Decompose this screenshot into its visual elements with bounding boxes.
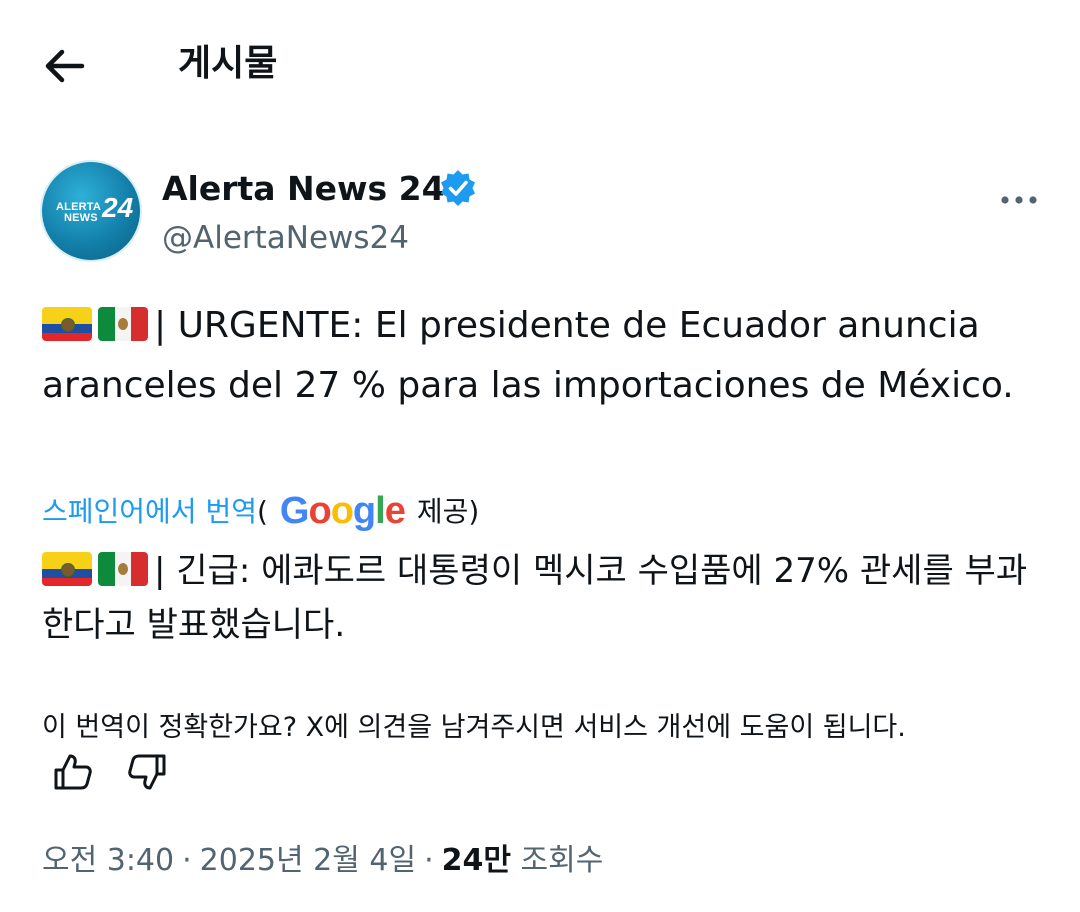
google-letter: g <box>352 490 376 532</box>
translation-attribution: 스페인어에서 번역( Google 제공) <box>42 486 479 536</box>
google-logo: Google <box>279 486 406 536</box>
back-button[interactable] <box>40 44 90 88</box>
thumbs-down-button[interactable] <box>124 752 168 792</box>
page-header: 게시물 <box>0 0 1080 130</box>
thumbs-up-button[interactable] <box>52 752 96 792</box>
google-letter: l <box>375 490 386 532</box>
author-handle[interactable]: @AlertaNews24 <box>162 216 409 260</box>
page-title: 게시물 <box>178 43 278 84</box>
avatar-number: 24 <box>102 192 134 223</box>
translation-feedback-question: 이 번역이 정확한가요? X에 의견을 남겨주시면 서비스 개선에 도움이 됩니… <box>42 712 906 743</box>
avatar-line2: NEWS <box>64 212 98 224</box>
flag-ecuador-icon <box>42 307 92 341</box>
flag-ecuador-icon <box>42 552 92 586</box>
author-display-name[interactable]: Alerta News 24 <box>162 166 445 212</box>
translated-text: | 긴급: 에콰도르 대통령이 멕시코 수입품에 27% 관세를 부과한다고 발… <box>42 551 1028 645</box>
flag-mexico-icon <box>98 552 148 586</box>
tweet-metadata: 오전 3:40 · 2025년 2월 4일 · 24만 조회수 <box>42 838 603 884</box>
google-letter: G <box>279 490 310 532</box>
google-letter: e <box>384 490 406 532</box>
avatar-logo-text: ALERTA NEWS <box>56 202 101 224</box>
thumbs-up-icon <box>54 754 92 790</box>
tweet-time[interactable]: 오전 3:40 <box>42 843 174 878</box>
provided-by-label: 제공) <box>416 495 480 528</box>
arrow-left-icon <box>45 49 85 83</box>
flag-mexico-icon <box>98 307 148 341</box>
tweet-author: ALERTA NEWS 24 Alerta News 24 @AlertaNew… <box>42 160 1042 270</box>
tweet-body: | URGENTE: El presidente de Ecuador anun… <box>42 296 1052 416</box>
tweet-date[interactable]: 2025년 2월 4일 <box>200 843 416 878</box>
open-paren: ( <box>256 495 268 528</box>
verified-badge-icon <box>441 170 475 206</box>
separator: · <box>424 843 434 878</box>
tweet-text: | URGENTE: El presidente de Ecuador anun… <box>42 305 1014 406</box>
translated-from-spanish-link[interactable]: 스페인어에서 번역 <box>42 495 257 528</box>
more-horizontal-icon <box>1001 196 1037 204</box>
translated-tweet-body: | 긴급: 에콰도르 대통령이 멕시코 수입품에 27% 관세를 부과한다고 발… <box>42 544 1052 652</box>
thumbs-down-icon <box>128 754 166 790</box>
views-label: 조회수 <box>520 843 604 878</box>
more-options-button[interactable] <box>997 185 1041 215</box>
google-letter: o <box>308 490 331 532</box>
separator: · <box>182 843 192 878</box>
views-count[interactable]: 24만 <box>442 843 511 878</box>
google-letter: o <box>330 490 354 532</box>
avatar[interactable]: ALERTA NEWS 24 <box>42 162 140 260</box>
